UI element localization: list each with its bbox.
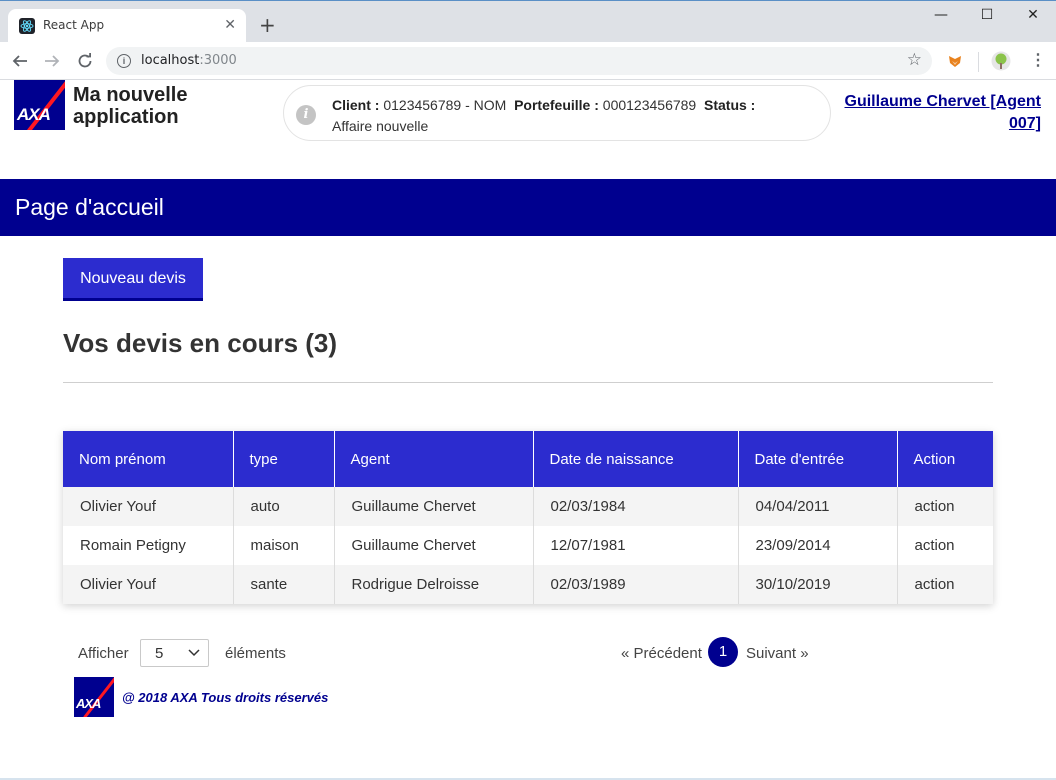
section-title: Vos devis en cours (3) (63, 328, 338, 358)
menu-dots-icon[interactable]: ⋮ (1030, 50, 1046, 70)
cell-agent: Guillaume Chervet (334, 526, 534, 565)
column-header[interactable]: Date de naissance (533, 431, 739, 487)
new-quote-button[interactable]: Nouveau devis (63, 258, 203, 301)
context-info-box: i Client : 0123456789 - NOM Portefeuille… (283, 85, 831, 141)
cell-type: sante (233, 565, 335, 604)
cell-type: maison (233, 526, 335, 565)
new-tab-icon[interactable]: + (259, 15, 276, 35)
bookmark-star-icon[interactable]: ☆ (907, 50, 922, 70)
chevron-down-icon (188, 649, 200, 657)
reload-icon[interactable] (77, 53, 93, 69)
cell-name: Olivier Youf (63, 565, 234, 604)
page-size-value: 5 (155, 645, 164, 662)
table-header-row: Nom prénom type Agent Date de naissance … (63, 431, 993, 487)
address-bar[interactable]: i localhost:3000 ☆ (106, 47, 932, 75)
context-info-text: Client : 0123456789 - NOM Portefeuille :… (332, 97, 756, 134)
tab-close-icon[interactable]: ✕ (224, 17, 236, 33)
page-size-select[interactable]: 5 (140, 639, 209, 667)
page-title-bar: Page d'accueil (0, 179, 1056, 236)
page-title: Page d'accueil (15, 194, 164, 220)
cell-birth-date: 02/03/1989 (533, 565, 739, 604)
divider (63, 382, 993, 383)
react-favicon (19, 18, 35, 34)
browser-tab[interactable]: React App ✕ (8, 9, 246, 43)
cell-type: auto (233, 487, 335, 526)
cell-agent: Rodrigue Delroisse (334, 565, 534, 604)
browser-toolbar: i localhost:3000 ☆ ⋮ (0, 42, 1056, 80)
column-header[interactable]: Nom prénom (63, 431, 234, 487)
user-agent-link[interactable]: Guillaume Chervet [Agent 007] (821, 91, 1041, 135)
cell-name: Romain Petigny (63, 526, 234, 565)
copyright-text: @ 2018 AXA Tous droits réservés (122, 690, 329, 705)
current-page-button[interactable]: 1 (708, 637, 738, 667)
cell-birth-date: 12/07/1981 (533, 526, 739, 565)
back-arrow-icon[interactable] (12, 53, 28, 69)
fox-extension-icon[interactable] (947, 53, 963, 69)
elements-label: éléments (225, 645, 286, 662)
quotes-table: Nom prénom type Agent Date de naissance … (63, 431, 993, 604)
browser-tab-bar: React App ✕ + — ☐ ✕ (0, 0, 1056, 43)
window-close-icon[interactable]: ✕ (1010, 7, 1056, 27)
previous-page-link[interactable]: « Précédent (621, 645, 702, 662)
toolbar-separator (978, 52, 979, 72)
url-text[interactable]: localhost:3000 (141, 53, 237, 68)
forward-arrow-icon[interactable] (44, 53, 60, 69)
cell-agent: Guillaume Chervet (334, 487, 534, 526)
tab-title: React App (43, 18, 105, 32)
cell-action[interactable]: action (897, 487, 993, 526)
table-row[interactable]: Olivier Youf sante Rodrigue Delroisse 02… (63, 565, 993, 604)
next-page-link[interactable]: Suivant » (746, 645, 809, 662)
cell-entry-date: 30/10/2019 (738, 565, 898, 604)
table-row[interactable]: Romain Petigny maison Guillaume Chervet … (63, 526, 993, 565)
cell-birth-date: 02/03/1984 (533, 487, 739, 526)
site-info-icon[interactable]: i (117, 54, 131, 68)
info-icon: i (296, 105, 316, 125)
cell-entry-date: 04/04/2011 (738, 487, 898, 526)
column-header[interactable]: Agent (334, 431, 534, 487)
footer-axa-logo: AXA (74, 677, 114, 717)
column-header[interactable]: Date d'entrée (738, 431, 898, 487)
show-label: Afficher (78, 645, 129, 662)
table-row[interactable]: Olivier Youf auto Guillaume Chervet 02/0… (63, 487, 993, 526)
cell-name: Olivier Youf (63, 487, 234, 526)
cell-entry-date: 23/09/2014 (738, 526, 898, 565)
minimize-icon[interactable]: — (918, 7, 964, 27)
cell-action[interactable]: action (897, 565, 993, 604)
tree-extension-icon[interactable] (991, 51, 1011, 71)
axa-logo[interactable]: AXA (14, 80, 65, 130)
column-header[interactable]: Action (897, 431, 993, 487)
app-name: Ma nouvelle application (73, 84, 188, 128)
cell-action[interactable]: action (897, 526, 993, 565)
column-header[interactable]: type (233, 431, 335, 487)
maximize-icon[interactable]: ☐ (964, 7, 1010, 27)
